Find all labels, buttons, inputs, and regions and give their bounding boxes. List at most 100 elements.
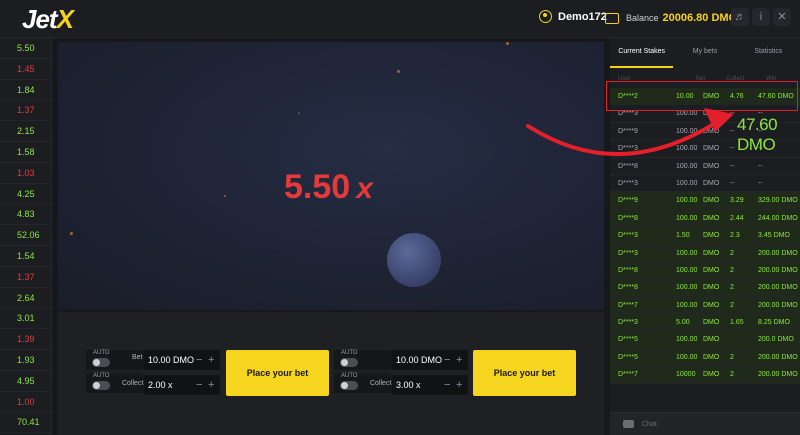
planet xyxy=(387,233,441,287)
stake-row: D****5 100.00 DMO 2 200.00 DMO xyxy=(610,348,800,367)
stake-currency: DMO xyxy=(703,162,720,170)
chat-icon xyxy=(623,420,634,428)
stake-bet: 100.00 xyxy=(676,127,698,135)
tab-statistics[interactable]: Statistics xyxy=(737,38,800,68)
stake-row: D****8 100.00 DMO 2.44 244.00 DMO xyxy=(610,209,800,228)
stake-currency: DMO xyxy=(703,232,720,240)
stake-win: 329.00 DMO xyxy=(758,197,798,205)
stake-win: 3.45 DMO xyxy=(758,232,790,240)
history-item: 5.50 xyxy=(0,38,51,59)
stake-bet: 100.00 xyxy=(676,336,698,344)
bet-panel-2: AUTO AUTO 10.00 DMO − + Collect 3.00 x −… xyxy=(334,350,578,396)
stake-currency: DMO xyxy=(703,284,720,292)
stake-bet: 100.00 xyxy=(676,266,698,274)
stake-currency: DMO xyxy=(703,145,720,153)
stake-bet: 100.00 xyxy=(676,214,698,222)
stake-collect: 2.3 xyxy=(730,232,740,240)
stake-row: D****8 100.00 DMO -- -- xyxy=(610,158,800,175)
auto-bet-toggle[interactable]: AUTO xyxy=(334,350,392,370)
stake-win: 200.00 DMO xyxy=(758,371,798,379)
balance: Balance 20006.80 DMO xyxy=(605,8,737,28)
stake-user: D****8 xyxy=(618,162,638,170)
stake-currency: DMO xyxy=(703,197,720,205)
stake-bet: 100.00 xyxy=(676,249,698,257)
history-item: 1.37 xyxy=(0,100,51,122)
collect-label: Collect xyxy=(122,380,144,387)
stake-user: D****8 xyxy=(618,214,638,222)
history-item: 70.41 xyxy=(0,412,51,434)
stake-user: D****3 xyxy=(618,179,638,187)
history-item: 1.39 xyxy=(0,329,51,350)
tab-current-stakes[interactable]: Current Stakes xyxy=(610,38,674,68)
win-callout: 47.60 DMO xyxy=(737,115,778,154)
collect-multiplier-input[interactable]: 2.00 x − + xyxy=(144,375,220,395)
stake-row: D****8 100.00 DMO 2 200.00 DMO xyxy=(610,261,800,280)
decrease-collect-button[interactable]: − xyxy=(196,375,202,395)
stake-user: D****7 xyxy=(618,301,638,309)
increase-collect-button[interactable]: + xyxy=(208,375,214,395)
stake-collect: 2 xyxy=(730,301,734,309)
stake-win: -- xyxy=(758,179,763,187)
history-item: 2.15 xyxy=(0,121,51,142)
stake-currency: DMO xyxy=(703,249,720,257)
place-bet-button[interactable]: Place your bet xyxy=(473,350,576,396)
history-item: 52.06 xyxy=(0,225,51,246)
info-icon[interactable]: i xyxy=(752,8,770,26)
increase-collect-button[interactable]: + xyxy=(456,375,462,395)
stake-row: D****3 100.00 DMO 2 200.00 DMO xyxy=(610,244,800,262)
stake-user: D****5 xyxy=(618,336,638,344)
multiplier-history: 5.50 1.45 1.84 1.37 2.15 1.58 1.03 4.25 4.83 52.0… xyxy=(0,38,52,435)
history-item: 1.00 xyxy=(0,392,51,413)
stake-collect: 2 xyxy=(730,249,734,257)
stake-win: 244.00 DMO xyxy=(758,214,798,222)
place-bet-button[interactable]: Place your bet xyxy=(226,350,329,396)
decrease-bet-button[interactable]: − xyxy=(444,350,450,370)
wallet-icon xyxy=(605,12,619,24)
history-item: 1.37 xyxy=(0,267,51,288)
stake-win: 200.00 DMO xyxy=(758,353,798,361)
balance-label: Balance xyxy=(626,13,659,23)
star xyxy=(298,112,300,114)
stake-win: 200.00 DMO xyxy=(758,301,798,309)
bet-amount-input[interactable]: 10.00 DMO − + xyxy=(392,350,468,370)
stake-bet: 1.50 xyxy=(676,232,690,240)
history-item: 1.84 xyxy=(0,80,51,101)
sound-icon[interactable]: ♬ xyxy=(731,8,749,26)
jetx-logo: JetX xyxy=(22,4,74,34)
bet-panel-1: AUTO AUTO Bet 10.00 DMO − + Collect 2.00… xyxy=(86,350,330,396)
history-item: 1.58 xyxy=(0,142,51,163)
bet-amount-input[interactable]: 10.00 DMO − + xyxy=(144,350,220,370)
close-icon[interactable]: ✕ xyxy=(773,8,791,26)
collect-multiplier-input[interactable]: 3.00 x − + xyxy=(392,375,468,395)
stake-currency: DMO xyxy=(703,214,720,222)
stake-user: D****8 xyxy=(618,266,638,274)
stake-bet: 100.00 xyxy=(676,353,698,361)
stake-win: 200.00 DMO xyxy=(758,249,798,257)
history-item: 2.64 xyxy=(0,288,51,309)
stake-win: 200.00 DMO xyxy=(758,284,798,292)
stake-collect: 2 xyxy=(730,284,734,292)
game-canvas: 5.50 x xyxy=(58,42,604,310)
stake-collect: -- xyxy=(730,162,735,170)
decrease-bet-button[interactable]: − xyxy=(196,350,202,370)
increase-bet-button[interactable]: + xyxy=(456,350,462,370)
stakes-tabs: Current Stakes My bets Statistics xyxy=(610,38,800,68)
collect-label: Collect xyxy=(370,380,392,387)
decrease-collect-button[interactable]: − xyxy=(444,375,450,395)
stake-currency: DMO xyxy=(703,179,720,187)
star xyxy=(224,195,226,197)
stake-user: D****7 xyxy=(618,371,638,379)
chat-bar[interactable]: Chat xyxy=(610,412,800,435)
tab-my-bets[interactable]: My bets xyxy=(673,38,736,68)
user-name: Demo172 xyxy=(558,10,607,23)
stake-collect: 2 xyxy=(730,266,734,274)
chat-label: Chat xyxy=(642,421,657,428)
stake-row: D****7 100.00 DMO 2 200.00 DMO xyxy=(610,296,800,315)
stake-currency: DMO xyxy=(703,301,720,309)
stake-user: D****9 xyxy=(618,197,638,205)
stake-collect: 1.65 xyxy=(730,319,744,327)
stake-row: D****3 100.00 DMO -- -- xyxy=(610,175,800,193)
increase-bet-button[interactable]: + xyxy=(208,350,214,370)
stake-user: D****3 xyxy=(618,232,638,240)
stake-win: 8.25 DMO xyxy=(758,319,790,327)
